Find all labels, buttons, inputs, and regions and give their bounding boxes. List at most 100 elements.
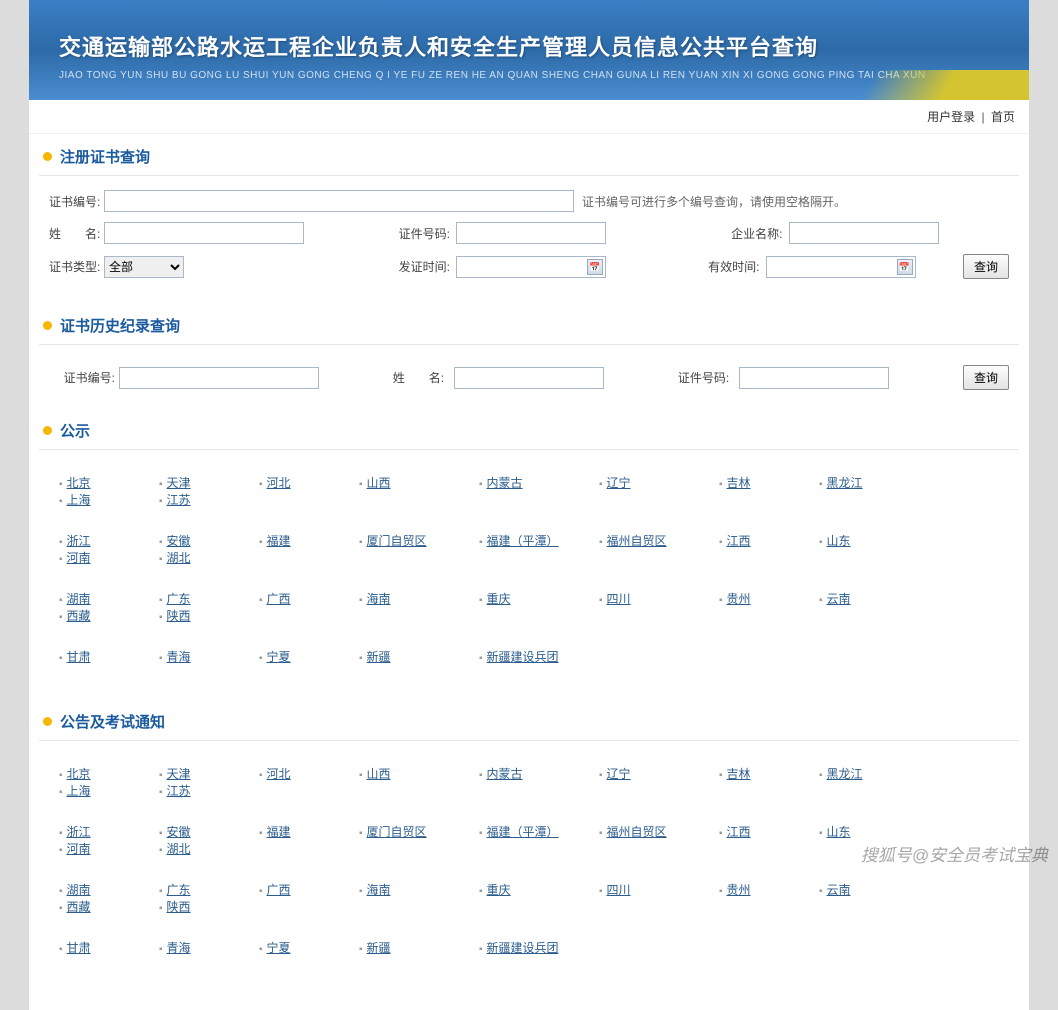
issue-date-input[interactable]	[456, 256, 606, 278]
province-link[interactable]: 福建（平潭）	[487, 534, 559, 548]
province-link[interactable]: 浙江	[67, 825, 91, 839]
province-cell: ▪ 河南	[59, 840, 159, 857]
province-link[interactable]: 云南	[827, 592, 851, 606]
province-link[interactable]: 重庆	[487, 883, 511, 897]
province-link[interactable]: 上海	[67, 784, 91, 798]
company-input[interactable]	[789, 222, 939, 244]
province-link[interactable]: 新疆建设兵团	[487, 650, 559, 664]
history-cert-no-input[interactable]	[119, 367, 319, 389]
history-id-no-input[interactable]	[739, 367, 889, 389]
province-link[interactable]: 甘肃	[67, 650, 91, 664]
province-link[interactable]: 新疆	[367, 650, 391, 664]
province-link[interactable]: 黑龙江	[827, 476, 863, 490]
province-link[interactable]: 吉林	[727, 767, 751, 781]
province-link[interactable]: 湖北	[167, 842, 191, 856]
province-link[interactable]: 湖南	[67, 592, 91, 606]
valid-date-input[interactable]	[766, 256, 916, 278]
province-link[interactable]: 辽宁	[607, 476, 631, 490]
id-no-input[interactable]	[456, 222, 606, 244]
province-cell: ▪新疆	[359, 648, 479, 665]
province-link[interactable]: 北京	[67, 767, 91, 781]
province-cell: ▪厦门自贸区	[359, 823, 479, 840]
province-link[interactable]: 陕西	[167, 900, 191, 914]
province-link[interactable]: 安徽	[167, 825, 191, 839]
name-input[interactable]	[104, 222, 304, 244]
province-link[interactable]: 贵州	[727, 592, 751, 606]
province-link[interactable]: 贵州	[727, 883, 751, 897]
province-link[interactable]: 黑龙江	[827, 767, 863, 781]
province-link[interactable]: 广东	[167, 883, 191, 897]
province-link[interactable]: 陕西	[167, 609, 191, 623]
province-link[interactable]: 内蒙古	[487, 767, 523, 781]
province-link[interactable]: 湖南	[67, 883, 91, 897]
province-link[interactable]: 浙江	[67, 534, 91, 548]
province-link[interactable]: 广东	[167, 592, 191, 606]
province-link[interactable]: 上海	[67, 493, 91, 507]
province-link[interactable]: 青海	[167, 650, 191, 664]
list-bullet-icon: ▪	[59, 845, 63, 856]
province-link[interactable]: 安徽	[167, 534, 191, 548]
province-link[interactable]: 江苏	[167, 784, 191, 798]
province-cell: ▪新疆	[359, 939, 479, 956]
province-link[interactable]: 辽宁	[607, 767, 631, 781]
province-link[interactable]: 广西	[267, 883, 291, 897]
province-link[interactable]: 西藏	[67, 900, 91, 914]
list-bullet-icon: ▪	[719, 770, 723, 781]
province-link[interactable]: 新疆建设兵团	[487, 941, 559, 955]
province-link[interactable]: 山西	[367, 767, 391, 781]
calendar-icon[interactable]: 📅	[587, 259, 603, 275]
login-link[interactable]: 用户登录	[927, 110, 975, 124]
province-link[interactable]: 山东	[827, 534, 851, 548]
province-link[interactable]: 天津	[167, 767, 191, 781]
province-link[interactable]: 海南	[367, 592, 391, 606]
province-link[interactable]: 江苏	[167, 493, 191, 507]
province-link[interactable]: 广西	[267, 592, 291, 606]
province-link[interactable]: 湖北	[167, 551, 191, 565]
province-link[interactable]: 河北	[267, 476, 291, 490]
province-cell: ▪北京	[59, 765, 159, 782]
province-link[interactable]: 宁夏	[267, 650, 291, 664]
history-search-button[interactable]: 查询	[963, 365, 1009, 390]
search-button[interactable]: 查询	[963, 254, 1009, 279]
province-link[interactable]: 云南	[827, 883, 851, 897]
calendar-icon[interactable]: 📅	[897, 259, 913, 275]
list-bullet-icon: ▪	[159, 554, 163, 565]
province-link[interactable]: 甘肃	[67, 941, 91, 955]
province-link[interactable]: 福建	[267, 534, 291, 548]
province-link[interactable]: 吉林	[727, 476, 751, 490]
province-link[interactable]: 厦门自贸区	[367, 825, 427, 839]
list-bullet-icon: ▪	[819, 479, 823, 490]
section-title-cert-query: 注册证书查询	[60, 146, 150, 167]
bullet-icon	[43, 717, 52, 726]
province-link[interactable]: 新疆	[367, 941, 391, 955]
cert-no-input[interactable]	[104, 190, 574, 212]
history-name-input[interactable]	[454, 367, 604, 389]
province-link[interactable]: 厦门自贸区	[367, 534, 427, 548]
province-link[interactable]: 河南	[67, 842, 91, 856]
province-link[interactable]: 四川	[607, 883, 631, 897]
home-link[interactable]: 首页	[991, 110, 1015, 124]
province-link[interactable]: 福州自贸区	[607, 825, 667, 839]
province-link[interactable]: 北京	[67, 476, 91, 490]
province-cell: ▪江西	[719, 823, 819, 840]
province-cell: ▪福建（平潭）	[479, 823, 599, 840]
province-link[interactable]: 河北	[267, 767, 291, 781]
province-link[interactable]: 福建（平潭）	[487, 825, 559, 839]
province-link[interactable]: 海南	[367, 883, 391, 897]
cert-type-select[interactable]: 全部	[104, 256, 184, 278]
province-cell: ▪广东	[159, 881, 259, 898]
province-link[interactable]: 内蒙古	[487, 476, 523, 490]
province-link[interactable]: 宁夏	[267, 941, 291, 955]
province-link[interactable]: 天津	[167, 476, 191, 490]
province-link[interactable]: 西藏	[67, 609, 91, 623]
province-link[interactable]: 福州自贸区	[607, 534, 667, 548]
province-link[interactable]: 四川	[607, 592, 631, 606]
province-link[interactable]: 重庆	[487, 592, 511, 606]
province-link[interactable]: 江西	[727, 825, 751, 839]
province-link[interactable]: 江西	[727, 534, 751, 548]
province-link[interactable]: 青海	[167, 941, 191, 955]
province-link[interactable]: 河南	[67, 551, 91, 565]
province-link[interactable]: 山西	[367, 476, 391, 490]
province-link[interactable]: 山东	[827, 825, 851, 839]
province-link[interactable]: 福建	[267, 825, 291, 839]
